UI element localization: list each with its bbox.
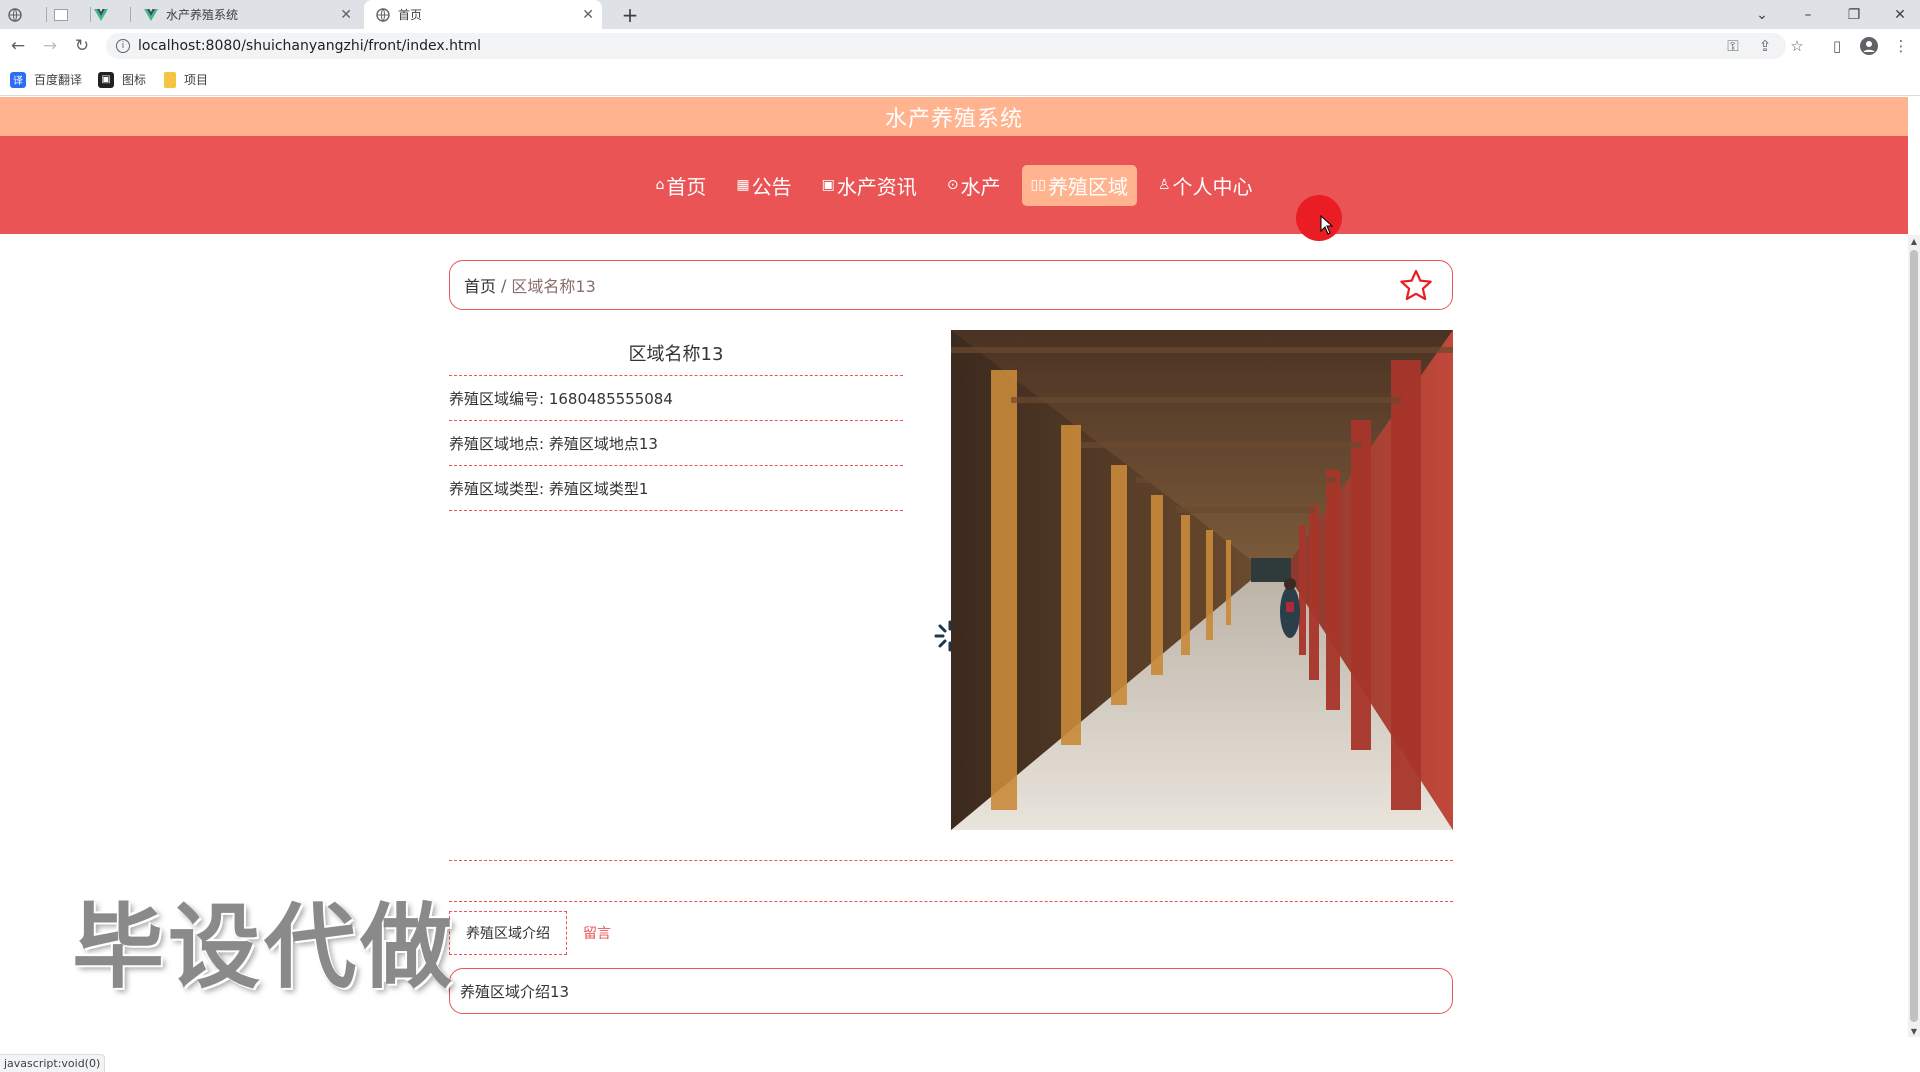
reload-icon[interactable]: ↻: [70, 34, 94, 58]
nav-label: 首页: [666, 174, 707, 199]
intro-content: 养殖区域介绍13: [449, 968, 1453, 1014]
profile-avatar-icon[interactable]: [1858, 35, 1880, 57]
translate-icon: 译: [10, 71, 26, 88]
forward-icon[interactable]: →: [38, 34, 62, 58]
tab-title: 首页: [398, 8, 423, 22]
area-photo: [951, 330, 1453, 830]
nav-item-home[interactable]: ⌂ 首页: [646, 165, 715, 206]
detail-row-type: 养殖区域类型: 养殖区域类型1: [449, 466, 903, 511]
nav-label: 水产: [960, 174, 1001, 199]
mouse-cursor-icon: [1320, 214, 1334, 240]
breadcrumb-current: 区域名称13: [511, 277, 596, 296]
nav-label: 公告: [751, 174, 792, 199]
browser-tab-home[interactable]: 首页 ✕: [364, 0, 602, 29]
url-input[interactable]: i localhost:8080/shuichanyangzhi/front/i…: [106, 33, 1786, 59]
home-icon: ⌂: [655, 177, 665, 193]
url-text: localhost:8080/shuichanyangzhi/front/ind…: [138, 38, 481, 54]
detail-tabs: 养殖区域介绍 留言: [449, 911, 627, 955]
bookmark-item[interactable]: 译 百度翻译: [10, 71, 82, 88]
divider: [449, 901, 1453, 902]
breadcrumb-home[interactable]: 首页: [464, 273, 496, 297]
close-icon[interactable]: ✕: [582, 7, 594, 23]
tab-intro[interactable]: 养殖区域介绍: [449, 911, 567, 955]
browser-tab[interactable]: [8, 0, 42, 29]
scroll-down-icon[interactable]: ▼: [1908, 1025, 1920, 1037]
bookmark-item[interactable]: 项目: [164, 71, 208, 88]
folder-icon: [164, 71, 176, 88]
globe-icon: [8, 7, 22, 22]
address-bar-row: ← → ↻ i localhost:8080/shuichanyangzhi/f…: [0, 29, 1920, 64]
site-title: 水产养殖系统: [884, 106, 1023, 132]
bookmark-star-icon[interactable]: ☆: [1786, 35, 1808, 57]
back-icon[interactable]: ←: [6, 34, 30, 58]
image-icon: ▣: [98, 71, 114, 88]
bookmark-item[interactable]: ▣ 图标: [98, 71, 146, 88]
notice-icon: ▦: [736, 177, 750, 193]
detail-row-id: 养殖区域编号: 1680485555084: [449, 376, 903, 421]
share-icon[interactable]: ⇪: [1754, 35, 1776, 57]
user-icon: ♙: [1157, 177, 1171, 193]
detail-info: 区域名称13 养殖区域编号: 1680485555084 养殖区域地点: 养殖区…: [449, 330, 903, 511]
nav-label: 水产资讯: [836, 174, 917, 199]
scroll-up-icon[interactable]: ▲: [1908, 235, 1920, 247]
detail-row-location: 养殖区域地点: 养殖区域地点13: [449, 421, 903, 466]
close-icon[interactable]: ✕: [340, 7, 352, 23]
bookmark-label: 项目: [184, 73, 209, 87]
blank-page-icon: [54, 8, 68, 22]
nav-item-farm-area[interactable]: ▯▯ 养殖区域: [1021, 164, 1137, 206]
browser-tab[interactable]: [94, 0, 128, 29]
side-panel-icon[interactable]: ▯: [1826, 35, 1848, 57]
bookmarks-bar: 译 百度翻译 ▣ 图标 项目: [0, 64, 1920, 96]
status-bar-link: javascript:void(0): [0, 1054, 106, 1072]
browser-tab[interactable]: [54, 0, 88, 29]
tab-search-icon[interactable]: ⌄: [1744, 0, 1780, 29]
vue-logo-icon: [144, 8, 158, 22]
browser-tab-shuichan[interactable]: 水产养殖系统 ✕: [134, 0, 360, 29]
site-header: 水产养殖系统: [0, 97, 1908, 136]
vue-logo-icon: [94, 8, 108, 22]
main-nav: ⌂ 首页 ▦ 公告 ▣ 水产资讯 ⊙ 水产 ▯▯ 养殖区域 ♙ 个人中心: [0, 136, 1908, 234]
area-icon: ▯▯: [1030, 177, 1046, 193]
favorite-star-icon[interactable]: [1398, 268, 1434, 304]
globe-icon: [376, 7, 390, 22]
tab-title: 水产养殖系统: [166, 8, 239, 22]
nav-item-news[interactable]: ▣ 水产资讯: [813, 165, 926, 206]
page-viewport: 水产养殖系统 ⌂ 首页 ▦ 公告 ▣ 水产资讯 ⊙ 水产 ▯▯ 养殖区域 ♙ 个…: [0, 97, 1908, 1072]
minimize-button[interactable]: –: [1790, 0, 1826, 29]
fish-icon: ⊙: [946, 177, 959, 193]
grid-icon: ▣: [821, 177, 835, 193]
divider: [449, 860, 1453, 861]
breadcrumb: 首页 / 区域名称13: [449, 260, 1453, 310]
nav-item-notice[interactable]: ▦ 公告: [727, 165, 800, 206]
nav-item-aquatic[interactable]: ⊙ 水产: [938, 165, 1010, 206]
menu-kebab-icon[interactable]: ⋮: [1890, 35, 1912, 57]
tab-comments[interactable]: 留言: [567, 911, 627, 955]
cursor-highlight: [1296, 195, 1342, 241]
key-icon[interactable]: ⚿: [1722, 35, 1744, 57]
browser-tab-bar: 水产养殖系统 ✕ 首页 ✕ + ⌄ – ❐ ✕: [0, 0, 1920, 29]
nav-label: 个人中心: [1172, 174, 1253, 199]
restore-button[interactable]: ❐: [1836, 0, 1872, 29]
bookmark-label: 图标: [122, 73, 147, 87]
nav-item-profile[interactable]: ♙ 个人中心: [1149, 165, 1262, 206]
close-window-button[interactable]: ✕: [1882, 0, 1918, 29]
site-info-icon[interactable]: i: [116, 39, 130, 53]
detail-title: 区域名称13: [449, 330, 903, 376]
scroll-thumb[interactable]: [1910, 250, 1918, 1022]
nav-label: 养殖区域: [1047, 174, 1128, 199]
watermark-text: 毕设代做: [72, 894, 457, 1001]
page-scrollbar[interactable]: ▲ ▼: [1908, 235, 1920, 1037]
bookmark-label: 百度翻译: [34, 73, 83, 87]
new-tab-button[interactable]: +: [612, 0, 648, 29]
breadcrumb-separator: /: [501, 275, 507, 295]
